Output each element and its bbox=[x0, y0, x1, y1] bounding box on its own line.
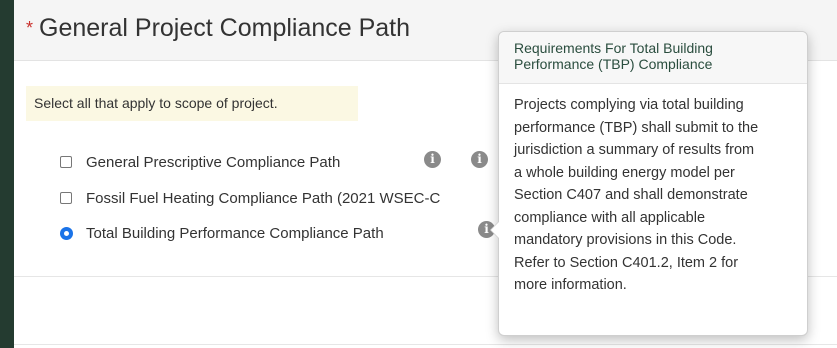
popover-body-line: mandatory provisions in this Code. bbox=[514, 232, 737, 248]
popover-title-line: Requirements For Total Building bbox=[514, 40, 713, 56]
option-label: Fossil Fuel Heating Compliance Path (202… bbox=[86, 189, 441, 207]
popover-body-line: more information. bbox=[514, 277, 627, 293]
popover-body: Projects complying via total building pe… bbox=[499, 84, 807, 307]
popover-body-line: Section C407 and shall demonstrate bbox=[514, 187, 748, 203]
option-general-prescriptive[interactable]: General Prescriptive Compliance Path bbox=[60, 152, 340, 172]
popover-arrow bbox=[490, 221, 499, 239]
checkbox-general-prescriptive[interactable] bbox=[60, 156, 72, 168]
popover-body-line: Refer to Section C401.2, Item 2 for bbox=[514, 254, 739, 271]
required-marker: * bbox=[26, 18, 34, 38]
option-total-building-performance[interactable]: Total Building Performance Compliance Pa… bbox=[60, 223, 384, 243]
checkbox-fossil-fuel-heating[interactable] bbox=[60, 192, 72, 204]
option-label: General Prescriptive Compliance Path bbox=[86, 153, 341, 171]
section-divider bbox=[14, 344, 837, 345]
popover-body-line: compliance with all applicable bbox=[514, 209, 706, 226]
popover-body-line: a whole building energy model per bbox=[514, 164, 735, 181]
panel-title: * General Project Compliance Path bbox=[26, 14, 410, 43]
option-label: Total Building Performance Compliance Pa… bbox=[86, 224, 384, 242]
popover-body-line: jurisdiction a summary of results from bbox=[514, 142, 755, 158]
tbp-requirements-popover: Requirements For Total Building Performa… bbox=[490, 31, 808, 336]
popover-title: Requirements For Total Building Performa… bbox=[499, 32, 807, 84]
radio-total-building-performance[interactable] bbox=[60, 226, 73, 240]
panel-title-text: General Project Compliance Path bbox=[39, 14, 411, 42]
popover-title-line: Performance (TBP) Compliance bbox=[514, 56, 713, 72]
info-icon[interactable]: i bbox=[424, 151, 441, 168]
instruction-text: Select all that apply to scope of projec… bbox=[26, 86, 358, 121]
popover-body-line: Projects complying via total building bbox=[514, 97, 744, 113]
info-icon[interactable]: i bbox=[471, 151, 488, 168]
popover-body-line: performance (TBP) shall submit to the bbox=[514, 119, 759, 136]
option-fossil-fuel-heating[interactable]: Fossil Fuel Heating Compliance Path (202… bbox=[60, 188, 440, 208]
